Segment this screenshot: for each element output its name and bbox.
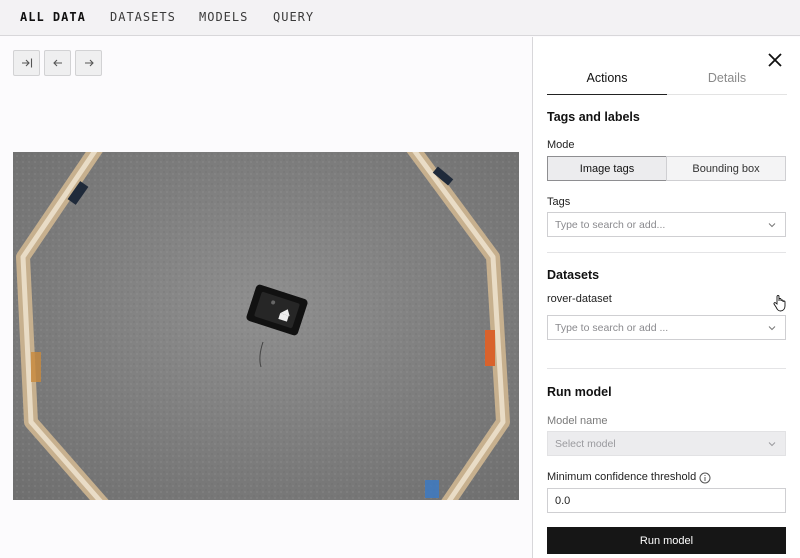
arrow-left-icon [52,59,62,67]
run-model-button[interactable]: Run model [547,527,786,554]
mode-bounding-box-button[interactable]: Bounding box [666,156,786,181]
nav-all-data[interactable]: ALL DATA [20,10,86,24]
chevron-down-icon [768,326,776,331]
model-select[interactable]: Select model [547,431,786,456]
close-icon[interactable] [766,51,784,69]
datasets-placeholder: Type to search or add ... [555,322,669,334]
divider [547,252,786,253]
mode-toggle: Image tags Bounding box [547,156,786,181]
divider [547,368,786,369]
arrow-right-icon [84,59,94,67]
tab-details[interactable]: Details [667,71,787,95]
threshold-label: Minimum confidence threshold [547,471,697,483]
tags-input[interactable]: Type to search or add... [547,212,786,237]
info-icon[interactable] [699,472,711,484]
panel-tabs: Actions Details [547,71,787,95]
tab-actions[interactable]: Actions [547,71,667,95]
hand-cursor-icon [773,295,786,312]
tags-section-title: Tags and labels [547,110,640,124]
dataset-name: rover-dataset [547,293,612,305]
model-placeholder: Select model [555,438,616,450]
threshold-input[interactable]: 0.0 [547,488,786,513]
datasets-section-title: Datasets [547,268,600,282]
collapse-icon [21,58,32,68]
chevron-down-icon [768,442,776,447]
chevron-down-icon [768,223,776,228]
mode-label: Mode [547,139,575,151]
previous-button[interactable] [44,50,71,76]
image-viewer [0,37,532,558]
collapse-button[interactable] [13,50,40,76]
side-panel: Actions Details Tags and labels Mode Ima… [532,37,800,558]
tags-placeholder: Type to search or add... [555,219,666,231]
model-name-label: Model name [547,415,608,427]
run-model-section-title: Run model [547,385,612,399]
datasets-input[interactable]: Type to search or add ... [547,315,786,340]
mode-image-tags-button[interactable]: Image tags [547,156,667,181]
rover-image [13,152,519,500]
nav-datasets[interactable]: DATASETS [110,10,176,24]
nav-models[interactable]: MODELS [199,10,248,24]
nav-query[interactable]: QUERY [273,10,314,24]
next-button[interactable] [75,50,102,76]
top-nav: ALL DATA DATASETS MODELS QUERY [0,0,800,36]
tags-label: Tags [547,196,571,208]
